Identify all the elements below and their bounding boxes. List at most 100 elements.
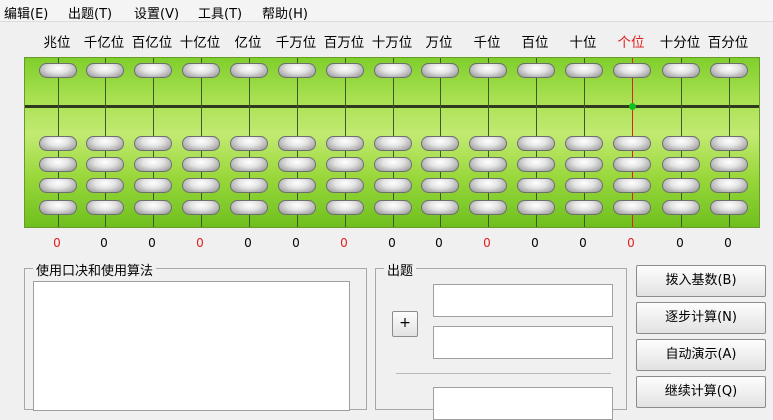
heaven-bead[interactable] <box>517 63 555 78</box>
menu-help[interactable]: 帮助(H) <box>262 3 308 22</box>
earth-bead[interactable] <box>421 178 459 193</box>
auto-demo-button[interactable]: 自动演示(A) <box>636 339 766 371</box>
earth-bead[interactable] <box>134 178 172 193</box>
earth-bead[interactable] <box>230 178 268 193</box>
earth-bead[interactable] <box>278 136 316 151</box>
earth-bead[interactable] <box>517 157 555 172</box>
heaven-bead[interactable] <box>710 63 748 78</box>
earth-bead[interactable] <box>613 157 651 172</box>
operand1-input[interactable] <box>433 284 613 317</box>
earth-bead[interactable] <box>469 157 507 172</box>
earth-bead[interactable] <box>421 200 459 215</box>
earth-bead[interactable] <box>278 178 316 193</box>
column-value: 0 <box>627 236 635 250</box>
heaven-bead[interactable] <box>182 63 220 78</box>
earth-bead[interactable] <box>86 157 124 172</box>
earth-bead[interactable] <box>182 136 220 151</box>
earth-bead[interactable] <box>710 178 748 193</box>
column-value: 0 <box>724 236 732 250</box>
earth-bead[interactable] <box>230 136 268 151</box>
column-value: 0 <box>435 236 443 250</box>
heaven-bead[interactable] <box>662 63 700 78</box>
earth-bead[interactable] <box>326 157 364 172</box>
earth-bead[interactable] <box>374 136 412 151</box>
earth-bead[interactable] <box>662 200 700 215</box>
earth-bead[interactable] <box>86 136 124 151</box>
heaven-bead[interactable] <box>230 63 268 78</box>
earth-bead[interactable] <box>230 157 268 172</box>
column-value: 0 <box>579 236 587 250</box>
earth-bead[interactable] <box>182 200 220 215</box>
operand2-input[interactable] <box>433 326 613 359</box>
column-value: 0 <box>53 236 61 250</box>
earth-bead[interactable] <box>469 178 507 193</box>
heaven-bead[interactable] <box>39 63 77 78</box>
earth-bead[interactable] <box>39 178 77 193</box>
earth-bead[interactable] <box>374 157 412 172</box>
heaven-bead[interactable] <box>326 63 364 78</box>
earth-bead[interactable] <box>134 136 172 151</box>
earth-bead[interactable] <box>182 157 220 172</box>
earth-bead[interactable] <box>39 200 77 215</box>
menu-tools[interactable]: 工具(T) <box>198 3 242 22</box>
earth-bead[interactable] <box>613 200 651 215</box>
earth-bead[interactable] <box>662 157 700 172</box>
earth-bead[interactable] <box>86 200 124 215</box>
earth-bead[interactable] <box>613 178 651 193</box>
earth-bead[interactable] <box>565 200 603 215</box>
column-value: 0 <box>340 236 348 250</box>
earth-bead[interactable] <box>134 157 172 172</box>
earth-bead[interactable] <box>565 157 603 172</box>
set-base-button[interactable]: 拨入基数(B) <box>636 265 766 297</box>
earth-bead[interactable] <box>469 200 507 215</box>
earth-bead[interactable] <box>278 157 316 172</box>
heaven-bead[interactable] <box>86 63 124 78</box>
earth-bead[interactable] <box>710 136 748 151</box>
earth-bead[interactable] <box>710 200 748 215</box>
menu-edit[interactable]: 编辑(E) <box>4 3 48 22</box>
earth-bead[interactable] <box>662 178 700 193</box>
earth-bead[interactable] <box>421 157 459 172</box>
earth-bead[interactable] <box>39 136 77 151</box>
earth-bead[interactable] <box>134 200 172 215</box>
earth-bead[interactable] <box>613 136 651 151</box>
earth-bead[interactable] <box>182 178 220 193</box>
earth-bead[interactable] <box>517 200 555 215</box>
earth-bead[interactable] <box>278 200 316 215</box>
menu-bar: 编辑(E) 出题(T) 设置(V) 工具(T) 帮助(H) <box>0 0 773 22</box>
heaven-bead[interactable] <box>613 63 651 78</box>
earth-bead[interactable] <box>565 136 603 151</box>
question-panel: 出题 + <box>375 260 627 420</box>
heaven-bead[interactable] <box>469 63 507 78</box>
earth-bead[interactable] <box>230 200 268 215</box>
unit-marker-dot <box>629 103 636 110</box>
plus-button[interactable]: + <box>392 311 418 337</box>
heaven-bead[interactable] <box>565 63 603 78</box>
column-label: 百分位 <box>707 35 749 51</box>
step-calc-button[interactable]: 逐步计算(N) <box>636 302 766 334</box>
heaven-bead[interactable] <box>134 63 172 78</box>
earth-bead[interactable] <box>565 178 603 193</box>
formula-textarea[interactable] <box>33 281 350 411</box>
menu-question[interactable]: 出题(T) <box>68 3 112 22</box>
earth-bead[interactable] <box>374 200 412 215</box>
earth-bead[interactable] <box>662 136 700 151</box>
menu-settings[interactable]: 设置(V) <box>134 3 179 22</box>
earth-bead[interactable] <box>326 200 364 215</box>
earth-bead[interactable] <box>517 136 555 151</box>
earth-bead[interactable] <box>326 136 364 151</box>
earth-bead[interactable] <box>39 157 77 172</box>
earth-bead[interactable] <box>374 178 412 193</box>
earth-bead[interactable] <box>517 178 555 193</box>
earth-bead[interactable] <box>326 178 364 193</box>
earth-bead[interactable] <box>421 136 459 151</box>
column-value: 0 <box>148 236 156 250</box>
heaven-bead[interactable] <box>278 63 316 78</box>
column-value: 0 <box>676 236 684 250</box>
heaven-bead[interactable] <box>374 63 412 78</box>
earth-bead[interactable] <box>469 136 507 151</box>
continue-calc-button[interactable]: 继续计算(Q) <box>636 376 766 408</box>
earth-bead[interactable] <box>710 157 748 172</box>
earth-bead[interactable] <box>86 178 124 193</box>
heaven-bead[interactable] <box>421 63 459 78</box>
